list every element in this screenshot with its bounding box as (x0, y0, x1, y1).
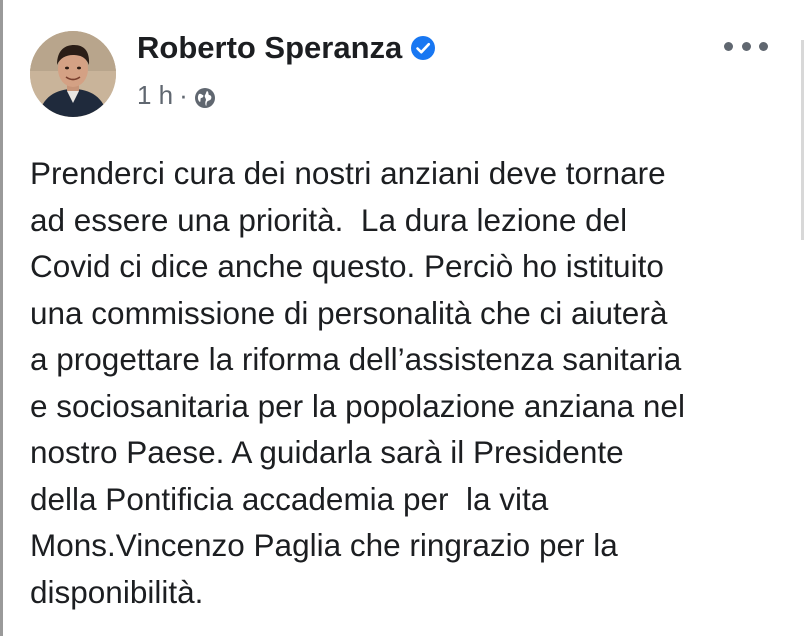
meta-separator: · (179, 80, 188, 110)
more-dot (741, 41, 751, 51)
author-name[interactable]: Roberto Speranza (137, 30, 402, 66)
post-text-line: a progettare la riforma dell’assistenza … (30, 341, 682, 377)
more-dot (724, 41, 733, 51)
author-header: Roberto Speranza (137, 30, 436, 66)
post-text-line: Prenderci cura dei nostri anziani deve t… (30, 155, 666, 191)
verified-badge-icon (410, 35, 436, 61)
post-text-line: ad essere una priorità. La dura lezione … (30, 201, 628, 238)
post-text-line: una commissione di personalità che ci ai… (30, 294, 668, 331)
avatar[interactable] (30, 31, 116, 117)
post-timestamp[interactable]: 1 h (137, 80, 173, 111)
post-meta: 1 h · (137, 80, 216, 111)
post-card: Roberto Speranza 1 h · Prenderci cura de… (0, 0, 804, 636)
post-text-line: Covid ci dice anche questo. Perciò ho is… (30, 248, 664, 284)
post-text-line: della Pontificia accademia per la vita (30, 480, 549, 517)
profile-photo-icon (30, 31, 116, 117)
post-text-line: Mons.Vincenzo Paglia che ringrazio per l… (30, 527, 618, 563)
globe-icon[interactable] (194, 85, 216, 108)
more-options-icon[interactable] (724, 36, 768, 56)
post-body: Prenderci cura dei nostri anziani deve t… (30, 150, 790, 615)
post-text-line: nostro Paese. A guidarla sarà il Preside… (30, 434, 624, 470)
post-text-line: e sociosanitaria per la popolazione anzi… (30, 387, 685, 424)
post-text-line: disponibilità. (30, 573, 204, 610)
left-border (0, 0, 3, 636)
more-dot (759, 41, 768, 51)
